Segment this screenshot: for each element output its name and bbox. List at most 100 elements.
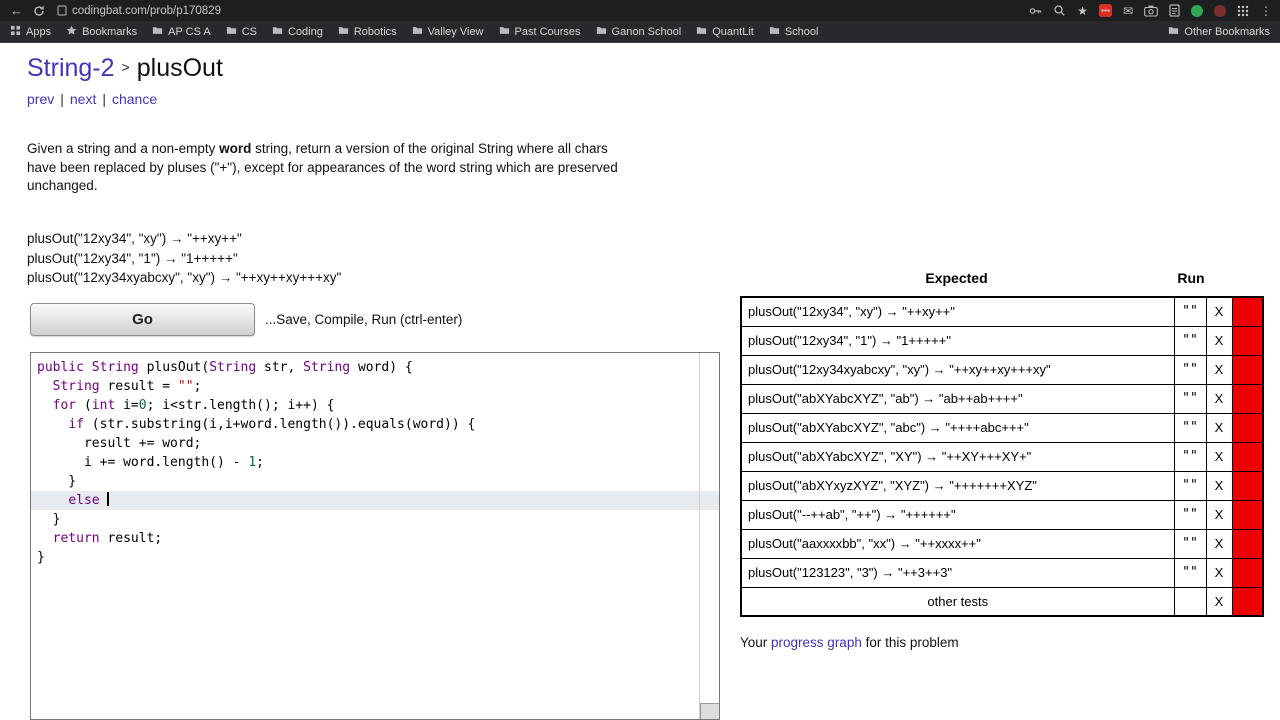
- run-output-cell: "": [1173, 354, 1207, 385]
- profile-avatar[interactable]: [1214, 4, 1226, 17]
- mail-icon[interactable]: ✉: [1123, 5, 1133, 17]
- status-cell: X: [1205, 412, 1233, 443]
- bookmark-other-bookmarks[interactable]: Other Bookmarks: [1168, 25, 1270, 39]
- doc-icon[interactable]: [1169, 4, 1180, 17]
- extension-badge-icon[interactable]: [1098, 4, 1112, 17]
- browser-window: ← codingbat.com/prob/p170829 ★ ✉ ⋮ Apps …: [0, 0, 1280, 720]
- example-line: plusOut("12xy34", "1") → "1+++++": [27, 250, 238, 266]
- folder-icon: [272, 25, 283, 39]
- apps-grid-icon[interactable]: [1237, 5, 1249, 17]
- fail-indicator-cell: [1231, 586, 1264, 617]
- bookmark-apps[interactable]: Apps: [10, 25, 51, 39]
- example-line: plusOut("12xy34", "xy") → "++xy++": [27, 231, 242, 246]
- nav-controls: ←: [0, 4, 45, 17]
- bookmark-ganon-school[interactable]: Ganon School: [596, 25, 681, 39]
- folder-icon: [596, 25, 607, 39]
- problem-description: Given a string and a non-empty word stri…: [27, 140, 632, 196]
- bookmark-valley-view[interactable]: Valley View: [412, 25, 484, 39]
- bookmark-label: QuantLit: [712, 25, 754, 38]
- run-output-cell: "": [1173, 412, 1207, 443]
- fail-indicator-cell: [1231, 383, 1264, 414]
- example-line: plusOut("12xy34xyabcxy", "xy") → "++xy++…: [27, 270, 342, 285]
- bookmark-school[interactable]: School: [769, 25, 818, 39]
- result-row: other tests X: [740, 586, 1264, 617]
- result-row: plusOut("12xy34", "1") → "1+++++" "" X: [740, 325, 1264, 356]
- code-line: else: [31, 491, 719, 510]
- reload-icon[interactable]: [33, 5, 45, 17]
- bookmark-quantlit[interactable]: QuantLit: [696, 25, 754, 39]
- bookmark-label: Valley View: [427, 25, 484, 38]
- go-button[interactable]: Go: [30, 303, 255, 336]
- expected-cell: plusOut("abXYabcXYZ", "abc") → "++++abc+…: [740, 412, 1175, 443]
- run-output-cell: [1173, 586, 1207, 617]
- bookmark-robotics[interactable]: Robotics: [338, 25, 397, 39]
- folder-icon: [152, 25, 163, 39]
- bookmark-label: AP CS A: [168, 25, 211, 38]
- breadcrumb: String-2 > plusOut: [27, 54, 223, 83]
- status-cell: X: [1205, 528, 1233, 559]
- expected-cell: plusOut("aaxxxxbb", "xx") → "++xxxx++": [740, 528, 1175, 559]
- results-table: plusOut("12xy34", "xy") → "++xy++" "" Xplu…: [740, 296, 1264, 617]
- bookmark-bookmarks[interactable]: Bookmarks: [66, 25, 137, 39]
- folder-icon: [226, 25, 237, 39]
- fail-indicator-cell: [1231, 412, 1264, 443]
- toolbar-icons: ★ ✉ ⋮: [1028, 0, 1272, 21]
- code-editor-lines[interactable]: public String plusOut(String str, String…: [31, 353, 719, 567]
- expected-cell: plusOut("123123", "3") → "++3++3": [740, 557, 1175, 588]
- nav-link-prev[interactable]: prev: [27, 91, 54, 107]
- bookmark-cs[interactable]: CS: [226, 25, 257, 39]
- back-icon[interactable]: ←: [10, 4, 23, 17]
- bookmark-star-icon[interactable]: ★: [1077, 5, 1088, 17]
- url-text: codingbat.com/prob/p170829: [72, 4, 221, 17]
- code-line: return result;: [52, 531, 163, 546]
- results-headers: Expected Run: [740, 270, 1262, 296]
- status-cell: X: [1205, 499, 1233, 530]
- code-line: if (str.substring(i,i+word.length()).equ…: [68, 417, 476, 432]
- result-row: plusOut("abXYabcXYZ", "abc") → "++++abc+…: [740, 412, 1264, 443]
- menu-dots-icon[interactable]: ⋮: [1260, 5, 1272, 17]
- bookmarks-list: Apps Bookmarks AP CS A CS Coding Robotics Vall…: [10, 25, 818, 39]
- folder-icon: [412, 25, 423, 39]
- nav-separator: |: [60, 91, 64, 107]
- star-icon: [66, 25, 77, 39]
- status-cell: X: [1205, 354, 1233, 385]
- editor-resize-grip[interactable]: [700, 703, 719, 719]
- progress-text: for this problem: [861, 635, 959, 650]
- bookmark-past-courses[interactable]: Past Courses: [499, 25, 581, 39]
- fail-indicator-cell: [1231, 557, 1264, 588]
- status-cell: X: [1205, 325, 1233, 356]
- folder-icon: [338, 25, 349, 39]
- bookmarks-bar: Apps Bookmarks AP CS A CS Coding Robotics Vall…: [0, 21, 1280, 43]
- run-output-cell: "": [1173, 557, 1207, 588]
- nav-link-chance[interactable]: chance: [112, 91, 157, 107]
- code-editor[interactable]: public String plusOut(String str, String…: [30, 352, 720, 720]
- status-cell: X: [1205, 296, 1233, 327]
- nav-link-next[interactable]: next: [70, 91, 96, 107]
- expected-cell: plusOut("12xy34", "xy") → "++xy++": [740, 296, 1175, 327]
- go-hint: ...Save, Compile, Run (ctrl-enter): [265, 312, 463, 327]
- code-line: String result = "";: [52, 379, 202, 394]
- result-row: plusOut("--++ab", "++") → "++++++" "" X: [740, 499, 1264, 530]
- go-row: Go ...Save, Compile, Run (ctrl-enter): [30, 303, 462, 336]
- key-icon[interactable]: [1028, 4, 1042, 18]
- bookmark-label: CS: [241, 25, 257, 38]
- results-panel: Expected Run plusOut("12xy34", "xy") → "…: [740, 270, 1264, 650]
- expected-cell: plusOut("12xy34", "1") → "1+++++": [740, 325, 1175, 356]
- green-status-dot[interactable]: [1191, 4, 1203, 17]
- expected-cell: plusOut("abXYxyzXYZ", "XYZ") → "+++++++X…: [740, 470, 1175, 501]
- problem-nav: prev | next | chance: [27, 91, 157, 107]
- search-icon[interactable]: [1053, 4, 1066, 17]
- browser-toolbar: ← codingbat.com/prob/p170829 ★ ✉ ⋮: [0, 0, 1280, 21]
- address-bar[interactable]: codingbat.com/prob/p170829: [57, 5, 221, 17]
- result-row: plusOut("abXYabcXYZ", "ab") → "ab++ab+++…: [740, 383, 1264, 414]
- bookmark-label: Bookmarks: [82, 25, 138, 38]
- fail-indicator-cell: [1231, 296, 1264, 327]
- progress-graph-link[interactable]: progress graph: [771, 635, 862, 650]
- editor-scrollbar-track[interactable]: [699, 353, 700, 719]
- bookmark-ap-cs-a[interactable]: AP CS A: [152, 25, 211, 39]
- code-line: public String plusOut(String str, String…: [37, 360, 413, 375]
- section-link[interactable]: String-2: [27, 54, 115, 82]
- run-output-cell: "": [1173, 325, 1207, 356]
- camera-icon[interactable]: [1144, 5, 1158, 17]
- bookmark-coding[interactable]: Coding: [272, 25, 323, 39]
